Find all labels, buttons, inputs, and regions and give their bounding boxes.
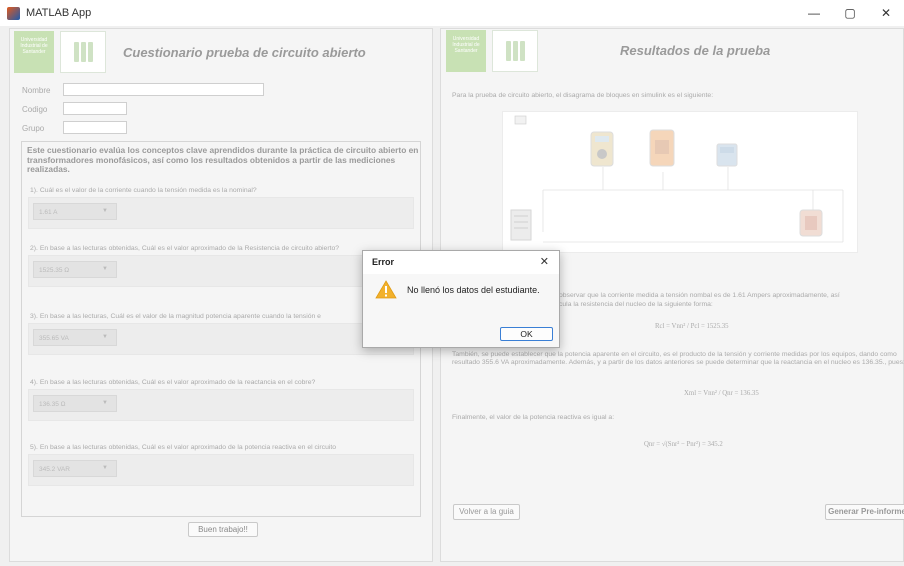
quiz-box: Este cuestionario evalúa los conceptos c… bbox=[21, 141, 421, 517]
codigo-label: Codigo bbox=[22, 105, 48, 114]
generate-report-button[interactable]: Generar Pre-informe bbox=[825, 504, 904, 520]
minimize-button[interactable]: — bbox=[796, 0, 832, 26]
chevron-down-icon: ▼ bbox=[102, 208, 108, 214]
multimeter-icon bbox=[590, 131, 614, 167]
window-title: MATLAB App bbox=[26, 7, 92, 19]
grupo-label: Grupo bbox=[22, 124, 45, 133]
power-source-icon bbox=[510, 209, 532, 241]
results-paragraph-3: Finalmente, el valor de la potencia reac… bbox=[452, 414, 615, 421]
nombre-input[interactable] bbox=[63, 83, 264, 96]
codigo-input[interactable] bbox=[63, 102, 127, 115]
uis-logo-icon bbox=[492, 30, 538, 72]
simulink-block-diagram bbox=[510, 115, 844, 243]
chevron-down-icon: ▼ bbox=[102, 266, 108, 272]
results-paragraph-2: También, se puede establecer que la pote… bbox=[452, 351, 904, 366]
results-paragraph-1b: cula la resistencia del nucleo de la sig… bbox=[559, 301, 713, 308]
questionnaire-title: Cuestionario prueba de circuito abierto bbox=[123, 45, 366, 60]
grupo-input[interactable] bbox=[63, 121, 127, 134]
question-2-dropdown[interactable]: 1525.35 Ω ▼ bbox=[33, 261, 117, 278]
uis-logo-icon bbox=[60, 31, 106, 73]
close-icon[interactable]: ✕ bbox=[540, 255, 549, 268]
question-4-panel: 136.35 Ω ▼ bbox=[28, 389, 414, 421]
maximize-button[interactable]: ▢ bbox=[832, 0, 868, 26]
back-to-guide-button[interactable]: Volver a la guia bbox=[453, 504, 520, 520]
question-4-text: 4). En base a las lecturas obtenidas, Cu… bbox=[30, 379, 316, 386]
dialog-message: No llenó los datos del estudiante. bbox=[407, 285, 540, 295]
question-3-dropdown[interactable]: 355.65 VA ▼ bbox=[33, 329, 117, 346]
chevron-down-icon: ▼ bbox=[102, 334, 108, 340]
results-paragraph-1: observar que la corriente medida a tensi… bbox=[559, 292, 840, 299]
question-5-panel: 345.2 VAR ▼ bbox=[28, 454, 414, 486]
wattmeter-icon bbox=[716, 143, 738, 167]
question-2-text: 2). En base a las lecturas obtenidas, Cu… bbox=[30, 245, 340, 252]
window-titlebar: MATLAB App — ▢ ✕ bbox=[0, 0, 904, 26]
question-2-panel: 1525.35 Ω ▼ bbox=[28, 255, 414, 287]
question-4-dropdown[interactable]: 136.35 Ω ▼ bbox=[33, 395, 117, 412]
question-3-panel: 355.65 VA ▼ bbox=[28, 323, 414, 355]
question-3-text: 3). En base a las lecturas, Cuál es el v… bbox=[30, 313, 321, 320]
simulink-diagram bbox=[502, 111, 858, 253]
university-logo: Universidad Industrial de Santander bbox=[446, 30, 486, 72]
formula-xml: Xml = Vnn² / Qnr = 136.35 bbox=[684, 390, 759, 397]
university-logo: Universidad Industrial de Santander bbox=[14, 31, 54, 73]
quiz-intro: Este cuestionario evalúa los conceptos c… bbox=[27, 145, 419, 174]
results-title: Resultados de la prueba bbox=[620, 43, 771, 58]
chevron-down-icon: ▼ bbox=[102, 400, 108, 406]
ok-button[interactable]: OK bbox=[500, 327, 553, 341]
error-dialog: Error ✕ No llenó los datos del estudiant… bbox=[362, 250, 560, 348]
dialog-body: No llenó los datos del estudiante. OK bbox=[363, 274, 559, 347]
question-1-panel: 1.61 A ▼ bbox=[28, 197, 414, 229]
question-1-dropdown[interactable]: 1.61 A ▼ bbox=[33, 203, 117, 220]
warning-icon bbox=[375, 280, 397, 299]
question-5-text: 5). En base a las lecturas obtenidas, Cu… bbox=[30, 444, 337, 451]
nombre-label: Nombre bbox=[22, 86, 51, 95]
transformer-icon bbox=[799, 209, 823, 237]
formula-qnr: Qnr = √(Snr² − Pnr²) = 345.2 bbox=[644, 441, 723, 448]
question-1-text: 1). Cuál es el valor de la corriente cua… bbox=[30, 187, 257, 194]
close-window-button[interactable]: ✕ bbox=[868, 0, 904, 26]
dialog-title: Error bbox=[372, 257, 395, 267]
matlab-icon bbox=[7, 6, 20, 20]
buen-trabajo-button[interactable]: Buen trabajo!! bbox=[188, 522, 258, 537]
question-5-dropdown[interactable]: 345.2 VAR ▼ bbox=[33, 460, 117, 477]
chevron-down-icon: ▼ bbox=[102, 465, 108, 471]
results-intro: Para la prueba de circuito abierto, el d… bbox=[452, 92, 714, 99]
clamp-meter-icon bbox=[649, 129, 675, 167]
formula-rcl: Rcl = Vnn² / Pcl = 1525.35 bbox=[655, 323, 729, 330]
